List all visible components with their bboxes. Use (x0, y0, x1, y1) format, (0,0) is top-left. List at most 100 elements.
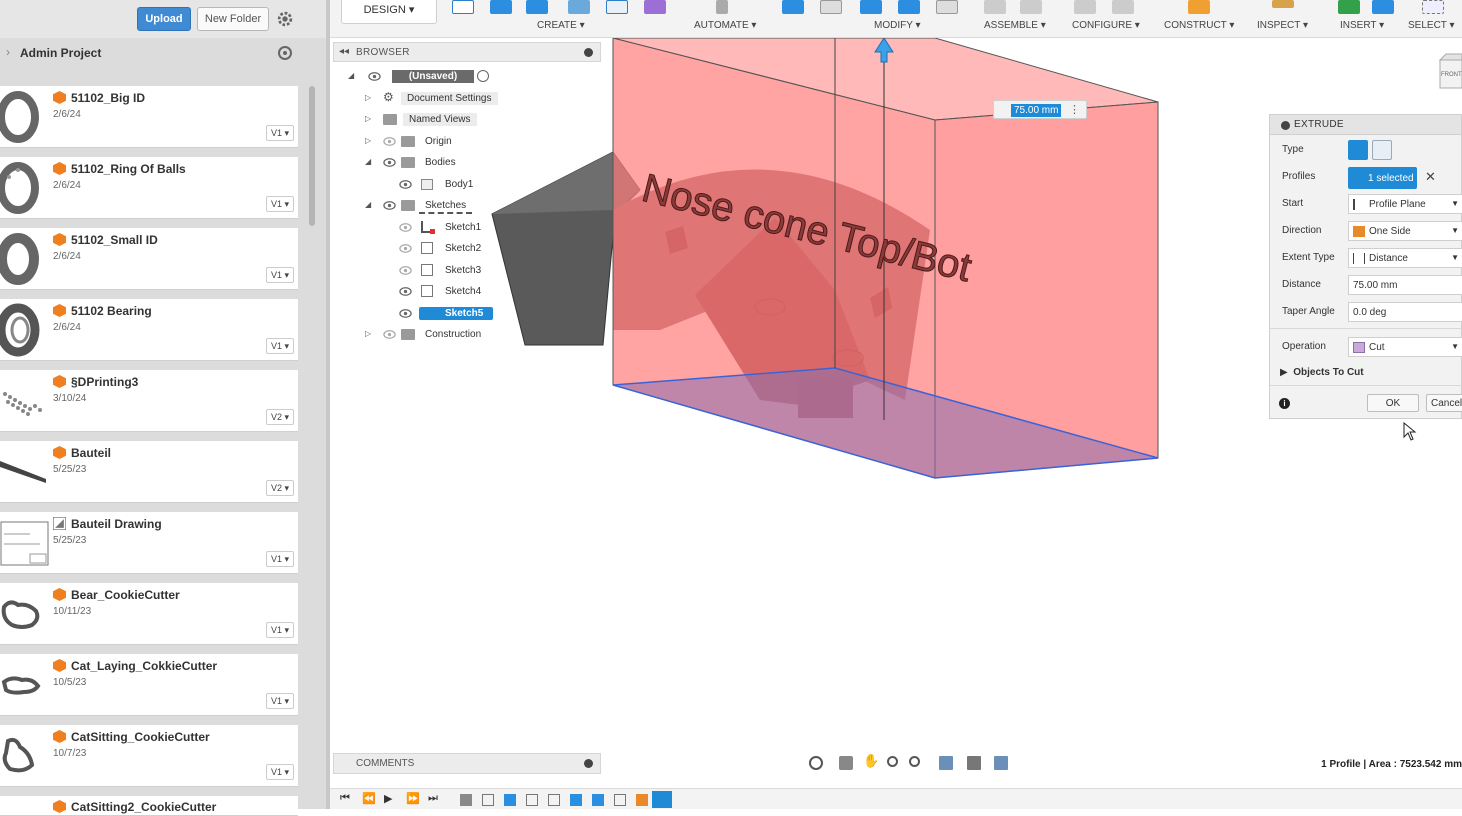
tree-node-sketch2[interactable]: Sketch2 (397, 239, 577, 258)
operation-dropdown[interactable]: Cut ▼ (1348, 337, 1462, 357)
eye-icon[interactable] (399, 307, 412, 320)
collapse-icon[interactable]: ◂◂ (339, 46, 349, 57)
file-card[interactable]: Bear_CookieCutter 10/11/23 V1 ▾ (0, 583, 298, 645)
go-to-end-icon[interactable]: ⏭ (428, 792, 440, 804)
timeline-sketch-icon[interactable] (482, 794, 494, 806)
more-options-icon[interactable]: ⋮ (1069, 103, 1080, 116)
press-pull-icon[interactable] (782, 0, 804, 14)
play-icon[interactable]: ▶ (384, 792, 396, 805)
timeline-sketch-icon[interactable] (614, 794, 626, 806)
clear-selection-icon[interactable]: ✕ (1425, 169, 1436, 185)
tree-label[interactable]: Sketches (419, 199, 473, 214)
profiles-selection[interactable]: 1 selected (1348, 167, 1417, 189)
tree-node-sketches[interactable]: ◢ Sketches (365, 196, 565, 215)
file-card[interactable]: 51102_Big ID 2/6/24 V1 ▾ (0, 86, 298, 148)
info-icon[interactable]: i (1279, 398, 1290, 409)
automate-menu[interactable]: AUTOMATE ▾ (694, 20, 756, 31)
tree-node-body1[interactable]: Body1 (397, 175, 577, 194)
timeline-extrude-icon[interactable] (592, 794, 604, 806)
tree-node-named-views[interactable]: ▷ Named Views (365, 110, 565, 129)
create-sketch-icon[interactable] (452, 0, 474, 14)
select-menu[interactable]: SELECT ▾ (1408, 20, 1455, 31)
timeline-extrude-icon[interactable] (504, 794, 516, 806)
insert-menu[interactable]: INSERT ▾ (1340, 20, 1384, 31)
shell-icon[interactable] (898, 0, 920, 14)
look-at-icon[interactable] (839, 756, 853, 770)
file-card[interactable]: 51102_Ring Of Balls 2/6/24 V1 ▾ (0, 157, 298, 219)
distance-input[interactable]: 75.00 mm (1348, 275, 1462, 295)
tree-label[interactable]: Named Views (403, 113, 477, 126)
file-card[interactable]: §DPrinting3 3/10/24 V2 ▾ (0, 370, 298, 432)
version-dropdown[interactable]: V1 ▾ (266, 267, 294, 283)
tree-label[interactable]: Origin (419, 135, 458, 148)
eye-icon[interactable] (399, 178, 412, 191)
joint-icon[interactable] (984, 0, 1006, 14)
eye-hidden-icon[interactable] (399, 264, 412, 277)
tree-label[interactable]: Body1 (439, 178, 479, 191)
pin-icon[interactable] (584, 48, 593, 57)
file-card[interactable]: 51102_Small ID 2/6/24 V1 ▾ (0, 228, 298, 290)
hole-icon[interactable] (568, 0, 590, 14)
version-dropdown[interactable]: V2 ▾ (266, 480, 294, 496)
tree-root[interactable]: ◢ (Unsaved) (348, 67, 598, 86)
canvas-icon[interactable] (1372, 0, 1394, 14)
extrude-icon[interactable] (490, 0, 512, 14)
timeline-marker-icon[interactable] (652, 791, 672, 808)
tree-node-bodies[interactable]: ◢ Bodies (365, 153, 565, 172)
file-card[interactable]: CatSitting2_CookieCutter (0, 796, 298, 816)
ok-button[interactable]: OK (1367, 394, 1419, 412)
new-folder-button[interactable]: New Folder (197, 7, 269, 31)
modify-menu[interactable]: MODIFY ▾ (874, 20, 921, 31)
file-card[interactable]: Cat_Laying_CokkieCutter 10/5/23 V1 ▾ (0, 654, 298, 716)
eye-hidden-icon[interactable] (399, 242, 412, 255)
tree-node-origin[interactable]: ▷ Origin (365, 132, 565, 151)
eye-icon[interactable] (383, 199, 396, 212)
project-breadcrumb[interactable]: › Admin Project (0, 40, 326, 66)
expand-triangle-icon[interactable]: ▷ (365, 114, 371, 123)
version-dropdown[interactable]: V1 ▾ (266, 551, 294, 567)
collapse-triangle-icon[interactable]: ◢ (365, 200, 371, 209)
assemble-menu[interactable]: ASSEMBLE ▾ (984, 20, 1046, 31)
step-forward-icon[interactable]: ⏩ (406, 792, 420, 805)
expand-triangle-icon[interactable]: ▷ (365, 136, 371, 145)
collapse-triangle-icon[interactable]: ◢ (348, 71, 354, 80)
workspace-switcher[interactable]: DESIGN ▾ (341, 0, 437, 24)
automate-icon[interactable] (716, 0, 728, 14)
taper-angle-input[interactable]: 0.0 deg (1348, 302, 1462, 322)
viewports-icon[interactable] (994, 756, 1008, 770)
version-dropdown[interactable]: V2 ▾ (266, 409, 294, 425)
gear-icon[interactable] (276, 10, 294, 28)
tree-label[interactable]: Document Settings (401, 92, 498, 105)
go-to-start-icon[interactable]: ⏮ (340, 792, 352, 804)
plane-icon[interactable] (1188, 0, 1210, 14)
configure-icon[interactable] (1074, 0, 1096, 14)
pan-hand-icon[interactable]: ✋ (863, 753, 879, 768)
version-dropdown[interactable]: V1 ▾ (266, 338, 294, 354)
rectangle-icon[interactable] (606, 0, 628, 14)
tree-node-sketch3[interactable]: Sketch3 (397, 261, 577, 280)
timeline-extrude-icon[interactable] (570, 794, 582, 806)
eye-icon[interactable] (368, 70, 381, 83)
solid-type-icon[interactable] (1348, 140, 1368, 160)
objects-to-cut-section[interactable]: ▶ Objects To Cut (1280, 367, 1364, 378)
as-built-joint-icon[interactable] (1020, 0, 1042, 14)
dialog-title-bar[interactable]: EXTRUDE (1270, 115, 1461, 135)
browser-header[interactable]: ◂◂ BROWSER (333, 42, 601, 62)
eye-hidden-icon[interactable] (383, 135, 396, 148)
file-card[interactable]: CatSitting_CookieCutter 10/7/23 V1 ▾ (0, 725, 298, 787)
file-list-scrollbar[interactable] (309, 86, 315, 226)
eye-icon[interactable] (399, 285, 412, 298)
collapse-dialog-icon[interactable] (1281, 121, 1290, 130)
upload-button[interactable]: Upload (137, 7, 191, 31)
tree-label[interactable]: Sketch1 (439, 221, 487, 234)
insert-icon[interactable] (1338, 0, 1360, 14)
start-dropdown[interactable]: Profile Plane ▼ (1348, 194, 1462, 214)
tree-label-selected[interactable]: Sketch5 (419, 307, 493, 320)
distance-value[interactable]: 75.00 mm (1011, 104, 1062, 117)
tree-node-construction[interactable]: ▷ Construction (365, 325, 565, 344)
file-card[interactable]: Bauteil Drawing 5/25/23 V1 ▾ (0, 512, 298, 574)
tree-node-sketch5[interactable]: Sketch5 (397, 304, 577, 323)
grid-settings-icon[interactable] (967, 756, 981, 770)
extent-type-dropdown[interactable]: Distance ▼ (1348, 248, 1462, 268)
tree-label[interactable]: Sketch2 (439, 242, 487, 255)
